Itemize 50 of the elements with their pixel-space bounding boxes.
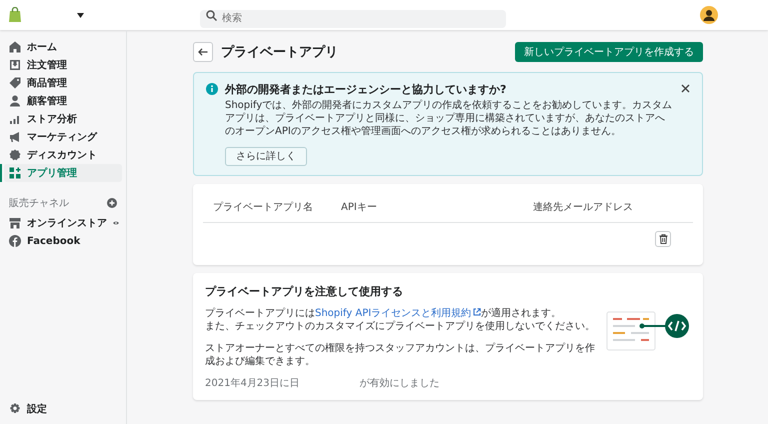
nav-item[interactable]: Facebook	[4, 232, 122, 250]
caret-icon[interactable]	[77, 12, 84, 18]
storefront-icon	[9, 217, 21, 229]
notice-text: プライベートアプリにはShopify APIライセンスと利用規約 が適用されます。 また、チェックアウトのカスタマイズにプライベートアプリを使用しないでください。	[205, 306, 595, 332]
enabled-note: が有効にしました	[360, 378, 440, 388]
apps-grid-icon	[9, 167, 21, 179]
external-link-icon	[473, 308, 482, 316]
megaphone-icon	[9, 131, 21, 143]
trash-icon	[658, 234, 668, 244]
nav-item[interactable]: ホーム	[4, 38, 122, 56]
banner-text: Shopifyでは、外部の開発者にカスタムアプリの作成を依頼することをお勧めしています。カスタムアプリは、プライベートアプリと同様に、ショップ専用に構築されていますが、あなたのストアへのオープンAPIのアクセス権や管理画面へのアクセス権が求められることはありません。	[225, 99, 674, 138]
nav-item[interactable]: 商品管理	[4, 74, 122, 92]
eye-icon[interactable]	[113, 219, 119, 227]
search-icon	[206, 10, 217, 21]
column-header: 連絡先メールアドレス	[532, 200, 633, 214]
house-icon	[9, 41, 21, 53]
gear-icon	[9, 403, 21, 415]
close-icon[interactable]	[681, 84, 690, 93]
settings-nav-item[interactable]: 設定	[4, 400, 122, 418]
discount-icon	[9, 149, 21, 161]
nav-item[interactable]: 注文管理	[4, 56, 122, 74]
nav-item[interactable]: マーケティング	[4, 128, 122, 146]
nav-item[interactable]: オンラインストア	[4, 214, 122, 232]
shopping-bag-logo-icon	[8, 7, 22, 23]
inbox-icon	[9, 59, 21, 71]
left-arrow-icon	[198, 48, 208, 56]
enabled-note: 2021年4月23日に日	[205, 378, 300, 388]
tag-icon	[9, 77, 21, 89]
search-field[interactable]: 検索	[200, 10, 506, 28]
person-icon	[9, 95, 21, 107]
notice-text: ストアオーナーとすべての権限を持つスタッフアカウントは、プライベートアプリを作成および編集できます。	[205, 342, 595, 368]
nav-item[interactable]: ディスカウント	[4, 146, 122, 164]
license-link[interactable]: Shopify APIライセンスと利用規約	[315, 308, 482, 318]
bar-chart-icon	[9, 113, 21, 125]
delete-button[interactable]	[655, 230, 671, 246]
page-title: プライベートアプリ	[221, 44, 339, 61]
facebook-icon	[9, 235, 21, 247]
info-icon	[206, 83, 218, 95]
column-header: APIキー	[340, 200, 378, 214]
banner-title: 外部の開発者またはエージェンシーと協力していますか?	[225, 82, 508, 97]
add-icon[interactable]	[107, 198, 117, 208]
back-button[interactable]	[193, 42, 213, 62]
create-app-button[interactable]: 新しいプライベートアプリを作成する	[515, 42, 703, 62]
column-header: プライベートアプリ名	[212, 200, 314, 214]
notice-title: プライベートアプリを注意して使用する	[205, 284, 404, 298]
learn-more-button[interactable]: さらに詳しく	[225, 146, 307, 166]
nav-item[interactable]: 顧客管理	[4, 92, 122, 110]
avatar-icon[interactable]	[700, 6, 718, 24]
nav-item[interactable]: ストア分析	[4, 110, 122, 128]
section-heading: 販売チャネル	[9, 196, 69, 210]
